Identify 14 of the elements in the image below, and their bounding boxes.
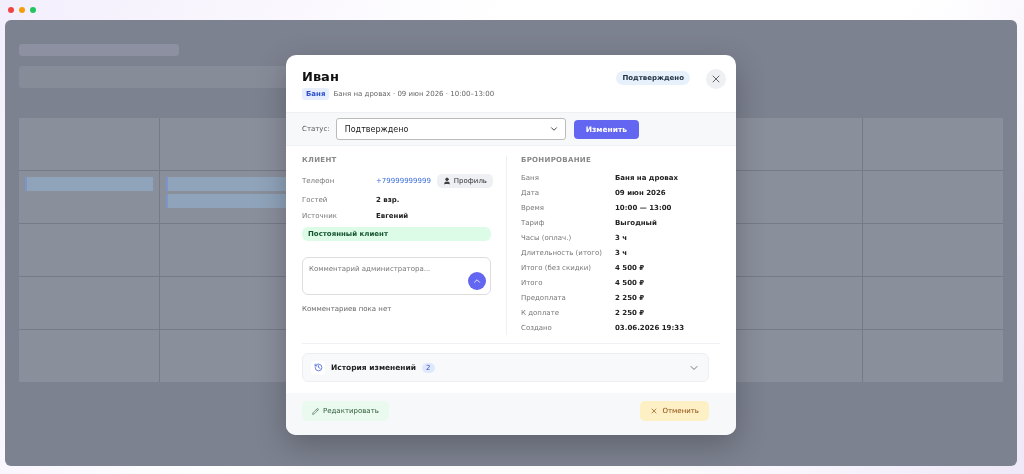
chevron-down-icon (548, 124, 559, 134)
history-icon (311, 360, 325, 375)
close-icon (650, 407, 659, 415)
status-select[interactable]: Подтверждено (335, 118, 566, 140)
maximize-dot-icon (30, 7, 36, 13)
close-dot-icon (8, 7, 14, 13)
chevron-up-icon (472, 276, 482, 286)
minimize-dot-icon (19, 7, 25, 13)
pencil-icon (312, 407, 319, 415)
person-icon (442, 177, 451, 185)
close-button[interactable] (706, 69, 726, 89)
close-icon (710, 73, 722, 85)
client-name: Иван (302, 69, 340, 84)
send-button[interactable] (468, 272, 486, 290)
